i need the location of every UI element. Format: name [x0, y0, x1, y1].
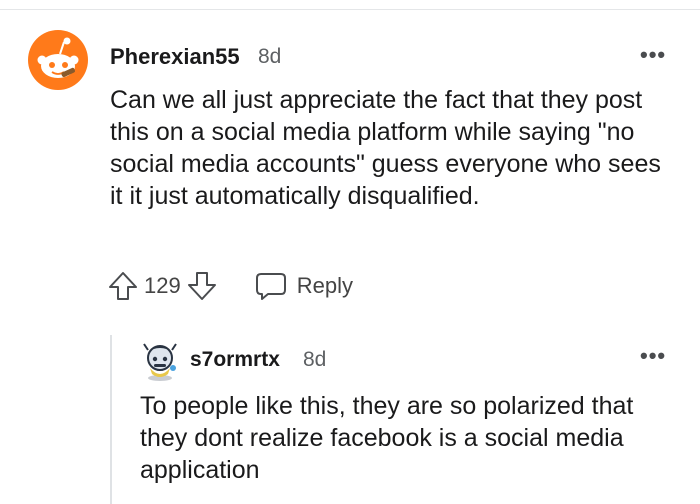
user-avatar[interactable]	[140, 338, 180, 382]
reddit-snoo-avatar[interactable]	[28, 30, 88, 90]
upvote-arrow-icon[interactable]	[108, 270, 138, 302]
reply-label: Reply	[296, 273, 353, 298]
comment-actions: 129 Reply	[108, 268, 353, 304]
thread-line[interactable]	[110, 335, 112, 504]
reply-age: 8d	[303, 348, 327, 371]
vote-score: 129	[144, 273, 181, 298]
reply-bubble-icon	[255, 273, 286, 300]
reply-body: To people like this, they are so polariz…	[140, 392, 634, 484]
comment-body: Can we all just appreciate the fact that…	[110, 86, 661, 210]
top-divider	[0, 9, 700, 10]
reply-author[interactable]: s7ormrtx	[190, 348, 280, 372]
reply-button[interactable]: Reply	[255, 271, 353, 301]
downvote-arrow-icon[interactable]	[187, 270, 217, 302]
more-options-icon[interactable]: •••	[640, 44, 666, 66]
comment-author[interactable]: Pherexian55	[110, 44, 240, 70]
reply-more-options-icon[interactable]: •••	[640, 345, 666, 367]
comment-age: 8d	[258, 45, 282, 68]
